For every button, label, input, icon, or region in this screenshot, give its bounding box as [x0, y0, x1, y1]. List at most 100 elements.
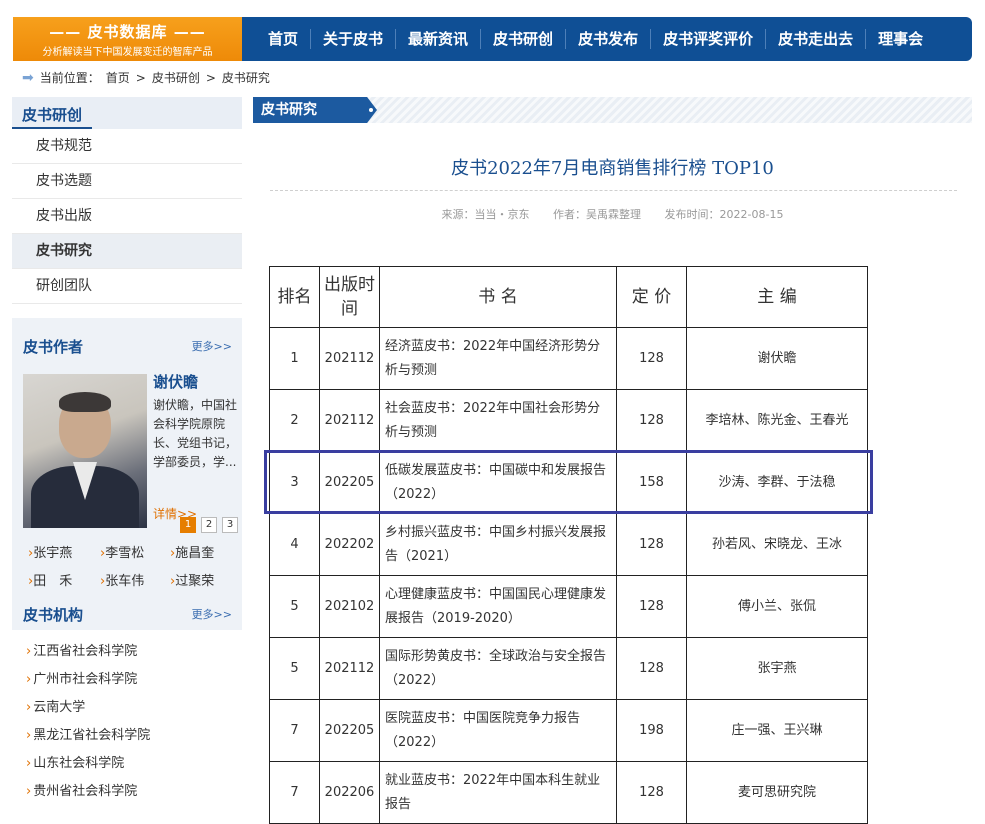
- org-item-label: 云南大学: [33, 700, 86, 715]
- cell-rank: 2: [269, 389, 320, 452]
- chevron-right-icon: ›: [26, 672, 32, 687]
- cell-rank: 5: [269, 637, 320, 700]
- site-logo[interactable]: —— 皮书数据库 —— 分析解读当下中国发展变迁的智库产品: [13, 17, 242, 61]
- cell-book-title[interactable]: 就业蓝皮书：2022年中国本科生就业报告: [379, 761, 617, 824]
- cell-book-title[interactable]: 经济蓝皮书：2022年中国经济形势分析与预测: [379, 327, 617, 390]
- cell-date: 202112: [319, 327, 380, 390]
- sidebar-item-publishing[interactable]: 皮书出版: [12, 199, 242, 234]
- author-link-label: 张宇燕: [33, 546, 73, 561]
- cell-book-title[interactable]: 国际形势黄皮书：全球政治与安全报告（2022）: [379, 637, 617, 700]
- cell-editor: 庄一强、王兴琳: [686, 699, 868, 762]
- org-item-label: 江西省社会科学院: [33, 644, 138, 659]
- header-title: 书 名: [379, 266, 617, 328]
- author-link[interactable]: ›张宇燕: [28, 542, 72, 561]
- author-link-label: 田 禾: [33, 574, 73, 589]
- author-link-label: 张车伟: [105, 574, 145, 589]
- cell-price: 128: [616, 761, 687, 824]
- orgs-title: 皮书机构: [23, 606, 84, 624]
- cell-date: 202102: [319, 575, 380, 638]
- cell-price: 128: [616, 637, 687, 700]
- org-item[interactable]: › 贵州省社会科学院: [26, 780, 137, 799]
- cell-book-title[interactable]: 医院蓝皮书：中国医院竞争力报告（2022）: [379, 699, 617, 762]
- breadcrumb-label: 当前位置：: [39, 71, 100, 85]
- author-link[interactable]: ›田 禾: [28, 570, 72, 589]
- breadcrumb-research[interactable]: 皮书研创: [152, 69, 200, 86]
- chevron-right-icon: ›: [26, 728, 32, 743]
- nav-release[interactable]: 皮书发布: [566, 17, 650, 61]
- cell-date: 202202: [319, 513, 380, 576]
- table-row: 4 202202 乡村振兴蓝皮书：中国乡村振兴发展报告（2021） 128 孙若…: [269, 513, 868, 576]
- org-item-label: 广州市社会科学院: [33, 672, 138, 687]
- nav-research[interactable]: 皮书研创: [481, 17, 565, 61]
- org-item[interactable]: › 广州市社会科学院: [26, 668, 137, 687]
- sidebar-item-research[interactable]: 皮书研究: [12, 234, 242, 269]
- nav-home[interactable]: 首页: [256, 17, 310, 61]
- org-item-label: 贵州省社会科学院: [33, 784, 138, 799]
- logo-title: —— 皮书数据库 ——: [49, 23, 206, 41]
- sidebar-header: 皮书研创: [12, 97, 242, 129]
- author-link[interactable]: ›过聚荣: [170, 570, 214, 589]
- orgs-more-link[interactable]: 更多>>: [192, 606, 232, 622]
- nav-council[interactable]: 理事会: [866, 17, 935, 61]
- pager-page-1[interactable]: 1: [180, 517, 196, 533]
- chevron-right-icon: ›: [26, 644, 32, 659]
- orgs-panel: 皮书机构 更多>> › 江西省社会科学院 › 广州市社会科学院 › 云南大学 › 黑龙江…: [12, 600, 242, 810]
- article-date: 发布时间：2022-08-15: [664, 208, 784, 221]
- header-editor: 主 编: [686, 266, 868, 328]
- org-item[interactable]: › 山东社会科学院: [26, 752, 124, 771]
- cell-book-title[interactable]: 心理健康蓝皮书：中国国民心理健康发展报告（2019-2020）: [379, 575, 617, 638]
- org-item[interactable]: › 黑龙江省社会科学院: [26, 724, 150, 743]
- header-price-label: 定 价: [631, 287, 672, 307]
- cell-book-title[interactable]: 社会蓝皮书：2022年中国社会形势分析与预测: [379, 389, 617, 452]
- pager-page-3[interactable]: 3: [222, 517, 238, 533]
- header-price: 定 价: [616, 266, 687, 328]
- cell-editor: 李培林、陈光金、王春光: [686, 389, 868, 452]
- author-photo[interactable]: [23, 374, 147, 528]
- cell-rank: 1: [269, 327, 320, 390]
- author-link-label: 过聚荣: [175, 574, 215, 589]
- sidebar-item-team[interactable]: 研创团队: [12, 269, 242, 304]
- nav-awards[interactable]: 皮书评奖评价: [651, 17, 765, 61]
- cell-rank: 7: [269, 761, 320, 824]
- cell-rank: 7: [269, 699, 320, 762]
- breadcrumb-current[interactable]: 皮书研究: [222, 69, 270, 86]
- sidebar: 皮书研创 皮书规范 皮书选题 皮书出版 皮书研究 研创团队: [12, 97, 242, 304]
- table-row: 7 202205 医院蓝皮书：中国医院竞争力报告（2022） 198 庄一强、王…: [269, 699, 868, 762]
- article-author: 作者：吴禹霖整理: [553, 208, 642, 221]
- nav-news[interactable]: 最新资讯: [396, 17, 480, 61]
- section-tab-label: 皮书研究: [261, 102, 317, 118]
- sidebar-item-topics[interactable]: 皮书选题: [12, 164, 242, 199]
- org-item[interactable]: › 江西省社会科学院: [26, 640, 137, 659]
- author-link[interactable]: ›李雪松: [100, 542, 144, 561]
- header-date-label: 出版时间: [324, 275, 375, 319]
- article-source: 来源：当当・京东: [441, 208, 530, 221]
- cell-price: 128: [616, 389, 687, 452]
- article-title: 皮书2022年7月电商销售排行榜 TOP10: [451, 158, 774, 179]
- cell-price: 128: [616, 513, 687, 576]
- cell-editor: 孙若风、宋晓龙、王冰: [686, 513, 868, 576]
- nav-about[interactable]: 关于皮书: [311, 17, 395, 61]
- cell-price: 128: [616, 575, 687, 638]
- title-divider: [270, 190, 957, 191]
- cell-date: 202112: [319, 389, 380, 452]
- author-link[interactable]: ›张车伟: [100, 570, 144, 589]
- cell-date: 202206: [319, 761, 380, 824]
- sidebar-item-standards[interactable]: 皮书规范: [12, 129, 242, 164]
- featured-author-name[interactable]: 谢伏瞻: [153, 371, 198, 392]
- cell-date: 202205: [319, 699, 380, 762]
- article-meta: 来源：当当・京东 作者：吴禹霖整理 发布时间：2022-08-15: [253, 206, 972, 222]
- org-item[interactable]: › 云南大学: [26, 696, 85, 715]
- featured-author-desc: 谢伏瞻，中国社会科学院原院长、党组书记，学部委员，学...: [153, 396, 239, 472]
- cell-editor: 傅小兰、张侃: [686, 575, 868, 638]
- breadcrumb-home[interactable]: 首页: [106, 69, 130, 86]
- pager-page-2[interactable]: 2: [201, 517, 217, 533]
- table-row: 5 202112 国际形势黄皮书：全球政治与安全报告（2022） 128 张宇燕: [269, 637, 868, 700]
- cell-rank: 4: [269, 513, 320, 576]
- chevron-right-icon: ›: [26, 756, 32, 771]
- author-link[interactable]: ›施昌奎: [170, 542, 214, 561]
- authors-more-link[interactable]: 更多>>: [192, 338, 232, 354]
- section-tab[interactable]: 皮书研究: [253, 97, 377, 123]
- nav-global[interactable]: 皮书走出去: [766, 17, 865, 61]
- cell-book-title[interactable]: 乡村振兴蓝皮书：中国乡村振兴发展报告（2021）: [379, 513, 617, 576]
- sidebar-title: 皮书研创: [22, 106, 83, 124]
